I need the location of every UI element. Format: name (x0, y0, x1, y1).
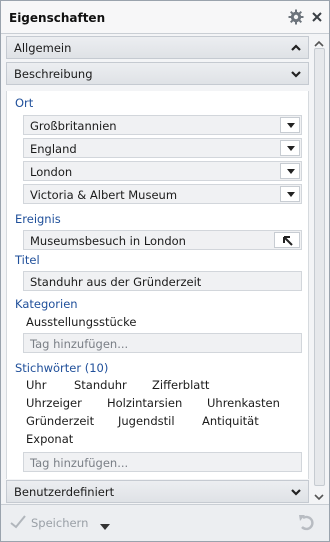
stichwort-tag[interactable]: Exponat (26, 432, 73, 446)
section-label-benutzerdefiniert: Benutzerdefiniert (14, 485, 115, 499)
stichwort-tag[interactable]: Uhrzeiger (26, 396, 82, 410)
stichwoerter-label: Stichwörter (10) (15, 361, 109, 375)
chevron-down-icon (291, 486, 301, 500)
titel-field[interactable]: Standuhr aus der Gründerzeit (23, 271, 302, 291)
stichwort-tag[interactable]: Standuhr (74, 378, 127, 392)
stichwort-tag[interactable]: Holzintarsien (107, 396, 182, 410)
ort-place-select[interactable]: Victoria & Albert Museum (23, 184, 302, 204)
ort-city-select[interactable]: London (23, 161, 302, 181)
triangle-down-icon[interactable] (280, 117, 300, 133)
undo-icon[interactable] (297, 513, 317, 536)
titel-value: Standuhr aus der Gründerzeit (30, 275, 202, 289)
vertical-scrollbar[interactable] (310, 34, 329, 504)
title-bar-icons (288, 9, 323, 25)
checkmark-icon (10, 514, 26, 532)
kategorien-label: Kategorien (15, 297, 78, 311)
ereignis-label: Ereignis (15, 212, 61, 226)
triangle-down-icon[interactable] (280, 140, 300, 156)
beschreibung-content: Ort Großbritannien England London Victor… (6, 91, 309, 479)
ereignis-value: Museumsbesuch in London (30, 234, 186, 248)
scroll-thumb[interactable] (314, 48, 325, 486)
footer-toolbar: Speichern (1, 504, 329, 541)
ereignis-field[interactable]: Museumsbesuch in London (23, 230, 302, 250)
stichwort-tag[interactable]: Uhrenkasten (207, 396, 280, 410)
chevron-up-icon (291, 42, 301, 56)
section-label-allgemein: Allgemein (14, 41, 72, 55)
save-label: Speichern (31, 516, 89, 530)
kategorien-add-input[interactable]: Tag hinzufügen... (23, 333, 302, 353)
ort-region-select[interactable]: England (23, 138, 302, 158)
triangle-down-icon[interactable] (280, 163, 300, 179)
stichwort-tag[interactable]: Gründerzeit (26, 414, 94, 428)
stichwort-tag[interactable]: Zifferblatt (152, 378, 209, 392)
section-header-benutzerdefiniert[interactable]: Benutzerdefiniert (6, 480, 309, 503)
kategorie-tag[interactable]: Ausstellungsstücke (26, 315, 136, 329)
ort-region-value: England (30, 142, 77, 156)
ort-country-value: Großbritannien (30, 119, 117, 133)
chevron-down-icon (291, 68, 301, 82)
section-label-beschreibung: Beschreibung (14, 67, 93, 81)
gear-icon[interactable] (288, 9, 304, 25)
titel-label: Titel (15, 253, 40, 267)
stichwoerter-add-placeholder: Tag hinzufügen... (30, 456, 129, 470)
section-header-allgemein[interactable]: Allgemein (6, 36, 309, 59)
arrow-up-left-icon[interactable] (274, 232, 300, 248)
triangle-down-icon[interactable] (100, 519, 110, 533)
scroll-down-icon[interactable] (314, 490, 324, 504)
panel-title: Eigenschaften (9, 11, 106, 25)
stichwoerter-add-input[interactable]: Tag hinzufügen... (23, 452, 302, 472)
kategorien-add-placeholder: Tag hinzufügen... (30, 337, 129, 351)
properties-panel: Eigenschaften Allgemein Beschreibung Ort… (0, 0, 330, 542)
section-header-beschreibung[interactable]: Beschreibung (6, 62, 309, 85)
ort-city-value: London (30, 165, 73, 179)
title-bar: Eigenschaften (1, 1, 329, 34)
triangle-down-icon[interactable] (280, 186, 300, 202)
stichwort-tag[interactable]: Jugendstil (118, 414, 175, 428)
stichwort-tag[interactable]: Uhr (26, 378, 46, 392)
ort-place-value: Victoria & Albert Museum (30, 188, 178, 202)
close-icon[interactable] (311, 11, 323, 23)
save-button[interactable]: Speichern (10, 513, 88, 533)
stichwort-tag[interactable]: Antiquität (202, 414, 259, 428)
ort-country-select[interactable]: Großbritannien (23, 115, 302, 135)
ort-label: Ort (15, 96, 34, 110)
